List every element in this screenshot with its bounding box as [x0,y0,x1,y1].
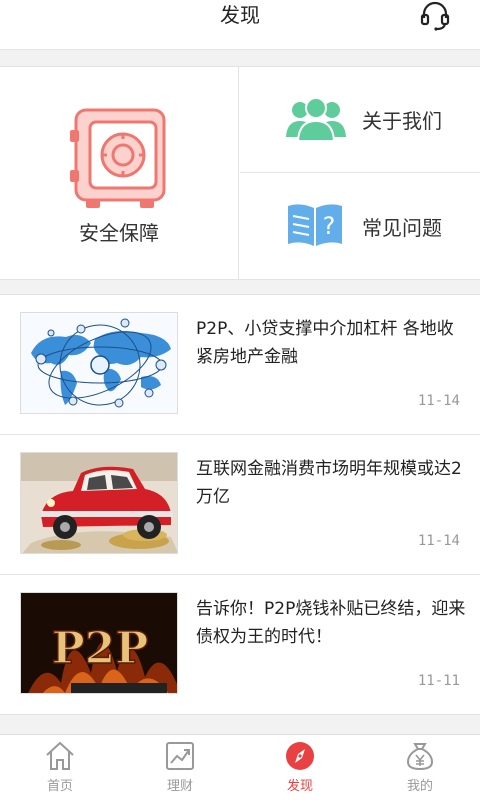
news-date: 11-11 [417,673,460,689]
chart-icon [164,740,196,772]
news-headline: P2P、小贷支撑中介加杠杆 各地收紧房地产金融 [196,319,454,367]
top-bar: 发现 [0,0,480,50]
news-date: 11-14 [417,533,460,549]
feature-grid: 安全保障 关于我们 ? 常见问题 [0,66,480,280]
tab-finance-label: 理财 [166,779,193,794]
safe-icon [70,108,170,213]
safety-guarantee-label: 安全保障 [79,221,159,245]
tab-home[interactable]: 首页 [0,735,120,800]
svg-text:?: ? [323,212,336,240]
tab-mine-label: 我的 [406,779,433,794]
list-item[interactable]: P2P 告诉你！P2P烧钱补贴已终结，迎来债权为王的时代！ 11-11 [0,575,480,715]
world-map-network-image [20,312,178,414]
faq-label: 常见问题 [362,216,442,240]
svg-text:P2P: P2P [52,623,149,674]
red-car-coins-image [20,452,178,554]
news-date: 11-14 [417,393,460,409]
page-title: 发现 [220,3,260,27]
about-us-item[interactable]: 关于我们 [240,67,480,173]
tab-home-label: 首页 [46,779,73,794]
news-list: P2P、小贷支撑中介加杠杆 各地收紧房地产金融 11-14 互联网金融消费市场明… [0,294,480,715]
bottom-tab-bar: 首页 理财 发现 我的 [0,734,480,800]
safety-guarantee-card[interactable]: 安全保障 [0,67,239,280]
faq-item[interactable]: ? 常见问题 [240,174,480,280]
list-item[interactable]: P2P、小贷支撑中介加杠杆 各地收紧房地产金融 11-14 [0,295,480,435]
headset-icon[interactable] [418,0,452,32]
money-bag-icon [404,740,436,772]
tab-discover-label: 发现 [286,779,313,794]
tab-finance[interactable]: 理财 [120,735,240,800]
tab-discover[interactable]: 发现 [240,735,360,800]
news-headline: 互联网金融消费市场明年规模或达2万亿 [196,459,462,507]
compass-icon [284,740,316,772]
list-item[interactable]: 互联网金融消费市场明年规模或达2万亿 11-14 [0,435,480,575]
home-icon [44,740,76,772]
faq-book-icon: ? [286,202,344,248]
news-headline: 告诉你！P2P烧钱补贴已终结，迎来债权为王的时代！ [196,599,466,647]
about-us-label: 关于我们 [362,109,442,133]
p2p-fire-image: P2P [20,592,178,694]
tab-mine[interactable]: 我的 [360,735,480,800]
users-icon [286,97,346,142]
